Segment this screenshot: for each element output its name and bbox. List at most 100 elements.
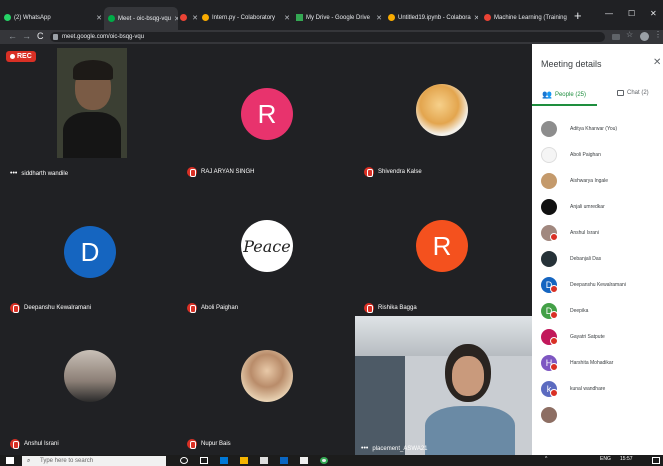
tab-recording[interactable]: ✕: [180, 9, 198, 26]
list-item[interactable]: Aboli Paighan: [541, 142, 661, 168]
close-tab-icon[interactable]: ✕: [192, 14, 198, 22]
list-item[interactable]: D Deepika: [541, 298, 661, 324]
address-bar-row: ← → C meet.google.com/oic-bsqg-vqu ☆ ⋮: [0, 30, 663, 44]
participant-tile[interactable]: Nupur Bais: [177, 316, 347, 452]
list-item[interactable]: Aditya Kharwar (You): [541, 116, 661, 142]
tab-whatsapp[interactable]: (2) WhatsApp ✕: [4, 9, 102, 26]
taskbar-search-input[interactable]: ⌕ Type here to search: [22, 456, 166, 466]
participant-name: Aboli Paighan: [187, 303, 238, 313]
cortana-icon[interactable]: [180, 457, 188, 464]
language-indicator[interactable]: ENG: [600, 456, 611, 462]
list-item[interactable]: D Deepanshu Kewalramani: [541, 272, 661, 298]
participant-tile[interactable]: Shivendra Kalse: [354, 44, 524, 180]
tray-chevron-icon[interactable]: ^: [545, 456, 547, 462]
participant-tile[interactable]: Anshul Israni: [0, 316, 170, 452]
participant-tile[interactable]: ••• siddharth wandile: [0, 44, 170, 180]
star-icon[interactable]: ☆: [626, 30, 635, 39]
mic-off-icon: [364, 167, 374, 177]
task-view-icon[interactable]: [200, 457, 208, 464]
mic-off-icon: [364, 303, 374, 313]
list-item[interactable]: Anjali umredkar: [541, 194, 661, 220]
minimize-button[interactable]: —: [605, 9, 613, 18]
avatar: D: [541, 303, 558, 319]
new-tab-button[interactable]: +: [574, 8, 582, 23]
avatar: [541, 199, 557, 215]
participant-avatar: [416, 84, 468, 136]
lock-icon: [53, 34, 58, 40]
tab-meet[interactable]: Meet - oic-bsqg-vqu ✕: [104, 7, 178, 30]
people-icon: 👥: [542, 90, 552, 99]
forward-arrow-icon[interactable]: →: [22, 31, 31, 41]
participant-name: Shivendra Kalse: [364, 167, 422, 177]
mail-icon[interactable]: [280, 457, 288, 464]
participant-name: Rishika Bagga: [364, 303, 417, 313]
mic-off-icon: [550, 389, 558, 397]
close-tab-icon[interactable]: ✕: [284, 14, 290, 22]
mic-off-icon: [187, 167, 197, 177]
file-explorer-icon[interactable]: [240, 457, 248, 464]
close-tab-icon[interactable]: ✕: [174, 15, 178, 23]
mic-off-icon: [10, 439, 20, 449]
app-icon[interactable]: [300, 457, 308, 464]
avatar: k: [541, 381, 558, 397]
participant-name: Anshul Israni: [10, 439, 59, 449]
tab-chat[interactable]: Chat (2): [617, 90, 649, 96]
search-icon: ⌕: [27, 458, 31, 464]
more-menu-icon[interactable]: ⋮: [654, 30, 663, 39]
list-item[interactable]: Aishwarya Ingale: [541, 168, 661, 194]
back-arrow-icon[interactable]: ←: [8, 31, 17, 41]
list-item[interactable]: Debanjali Das: [541, 246, 661, 272]
windows-start-icon[interactable]: [6, 457, 14, 464]
avatar: H: [541, 355, 558, 371]
list-item[interactable]: k kunal wandhare: [541, 376, 661, 402]
self-video-tile[interactable]: ••• placement_ASWA21: [355, 316, 532, 455]
participant-tile[interactable]: R RAJ ARYAN SINGH: [177, 44, 347, 180]
tab-colab-untitled[interactable]: Untitled19.ipynb - Colabora ✕: [388, 9, 478, 26]
clock[interactable]: 15:57: [620, 456, 633, 462]
avatar: [541, 173, 557, 189]
participant-avatar: D: [64, 226, 116, 278]
url-input[interactable]: meet.google.com/oic-bsqg-vqu: [50, 32, 605, 42]
list-item[interactable]: [541, 402, 661, 428]
close-panel-icon[interactable]: ✕: [653, 57, 661, 68]
participant-tile[interactable]: Peace Aboli Paighan: [177, 180, 347, 316]
notifications-icon[interactable]: [652, 457, 660, 464]
meet-icon: [108, 15, 115, 22]
close-tab-icon[interactable]: ✕: [96, 14, 102, 22]
camera-icon[interactable]: [612, 34, 620, 40]
participant-avatar: R: [241, 88, 293, 140]
mic-off-icon: [550, 363, 558, 371]
list-item[interactable]: Gayatri Satpute: [541, 324, 661, 350]
close-tab-icon[interactable]: ✕: [376, 14, 382, 22]
close-window-button[interactable]: ✕: [650, 9, 657, 18]
participant-video: [57, 48, 127, 158]
chrome-icon[interactable]: [320, 457, 328, 464]
active-tab-indicator: [532, 104, 597, 106]
store-icon[interactable]: [260, 457, 268, 464]
colab-icon: [202, 14, 209, 21]
reload-icon[interactable]: C: [37, 31, 44, 41]
avatar: [541, 329, 558, 345]
meeting-grid: REC ••• siddharth wandile R RAJ ARYAN SI…: [0, 44, 532, 455]
chat-icon: [617, 90, 624, 96]
edge-icon[interactable]: [220, 457, 228, 464]
mic-off-icon: [187, 439, 197, 449]
tab-colab-intern[interactable]: Intern.py - Colaboratory ✕: [202, 9, 290, 26]
participant-tile[interactable]: D Deepanshu Kewalramani: [0, 180, 170, 316]
profile-avatar[interactable]: [640, 32, 649, 41]
list-item[interactable]: Anshul Israni: [541, 220, 661, 246]
close-tab-icon[interactable]: ✕: [474, 14, 478, 22]
tab-people[interactable]: 👥 People (25): [542, 90, 586, 99]
tab-machine-learning[interactable]: Machine Learning (Training ✕: [484, 9, 570, 26]
participant-tile[interactable]: R Rishika Bagga: [354, 180, 524, 316]
tab-google-drive[interactable]: My Drive - Google Drive ✕: [296, 9, 382, 26]
participant-avatar: Peace: [241, 220, 293, 272]
participant-name: Deepanshu Kewalramani: [10, 303, 91, 313]
browser-tab-bar: (2) WhatsApp ✕ Meet - oic-bsqg-vqu ✕ ✕ I…: [0, 0, 663, 30]
avatar: [541, 121, 557, 137]
avatar: [541, 407, 557, 423]
maximize-button[interactable]: ☐: [628, 9, 635, 18]
record-icon: [180, 14, 187, 21]
participant-avatar: R: [416, 220, 468, 272]
list-item[interactable]: H Harshita Mohadikar: [541, 350, 661, 376]
